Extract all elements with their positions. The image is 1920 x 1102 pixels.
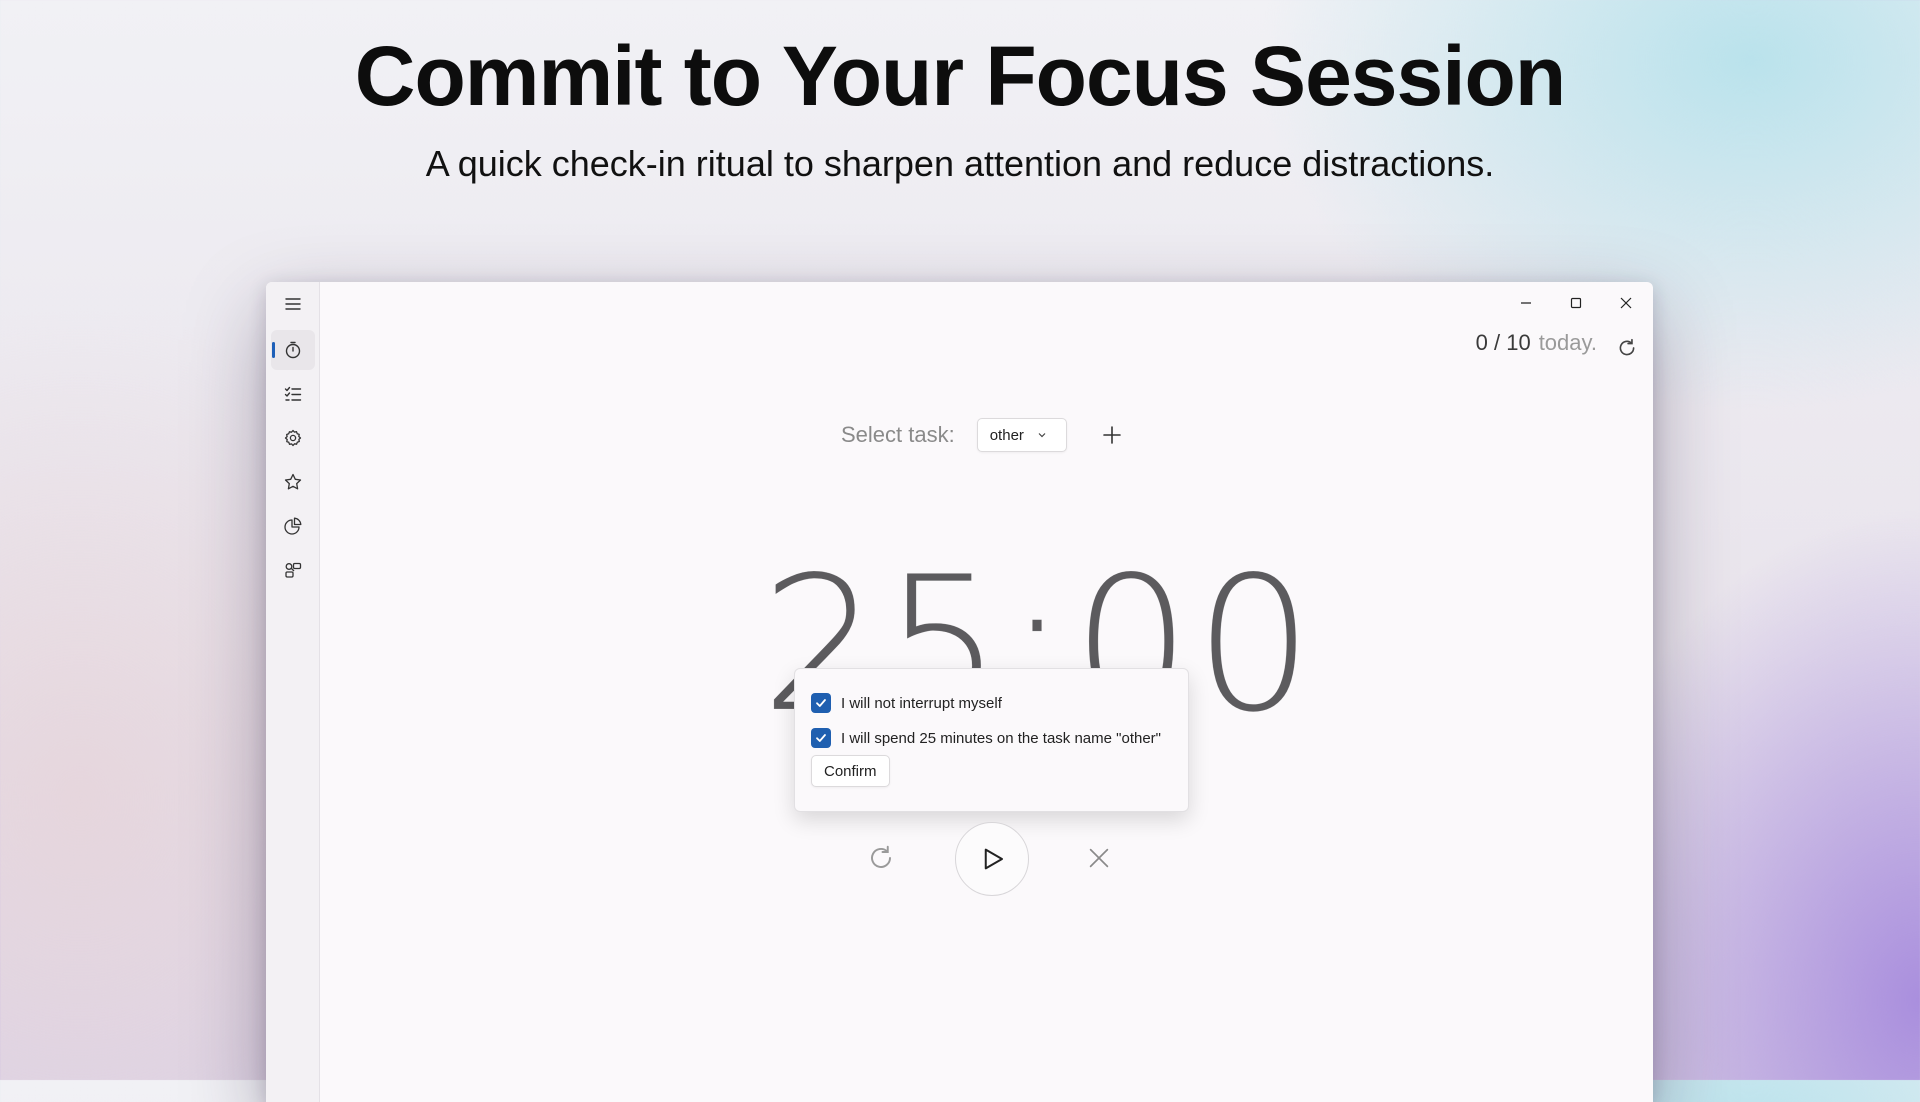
commitment-label-2: I will spend 25 minutes on the task name… bbox=[841, 729, 1161, 747]
plus-icon bbox=[1102, 426, 1121, 444]
minimize-button[interactable] bbox=[1503, 288, 1549, 318]
confirm-button[interactable]: Confirm bbox=[811, 755, 890, 787]
cancel-timer-button[interactable] bbox=[1079, 838, 1119, 878]
star-icon bbox=[284, 473, 302, 490]
daily-progress: 0 / 10 today. bbox=[1476, 330, 1597, 356]
task-selector-row: Select task: other bbox=[841, 418, 1127, 452]
commitment-popup: I will not interrupt myself I will spend… bbox=[794, 668, 1189, 812]
settings-gear-icon bbox=[284, 429, 302, 447]
minimize-icon bbox=[1521, 302, 1531, 304]
start-timer-button[interactable] bbox=[955, 822, 1029, 896]
close-window-button[interactable] bbox=[1603, 288, 1649, 318]
sidebar-menu-button[interactable] bbox=[271, 284, 315, 324]
play-icon bbox=[984, 848, 1003, 870]
reset-icon bbox=[871, 845, 891, 868]
commitment-checkbox-row[interactable]: I will spend 25 minutes on the task name… bbox=[811, 728, 1161, 748]
chevron-down-icon bbox=[1038, 433, 1046, 438]
hero-title: Commit to Your Focus Session bbox=[354, 29, 1566, 123]
hamburger-menu-icon bbox=[285, 298, 301, 310]
sidebar-item-statistics[interactable] bbox=[271, 506, 315, 546]
maximize-button[interactable] bbox=[1553, 288, 1599, 318]
hero-subtitle: A quick check-in ritual to sharpen atten… bbox=[425, 143, 1495, 184]
task-list-icon bbox=[284, 386, 302, 401]
sidebar-item-settings[interactable] bbox=[271, 418, 315, 458]
timer-icon bbox=[285, 341, 301, 359]
refresh-stats-button[interactable] bbox=[1613, 334, 1641, 362]
maximize-icon bbox=[1570, 297, 1582, 309]
select-task-label: Select task: bbox=[841, 422, 955, 447]
commitment-label-1: I will not interrupt myself bbox=[841, 694, 1002, 712]
refresh-icon bbox=[1619, 338, 1635, 356]
commitment-checkbox-row[interactable]: I will not interrupt myself bbox=[811, 693, 1002, 713]
integrations-icon bbox=[285, 562, 302, 578]
sidebar-item-tasks[interactable] bbox=[271, 374, 315, 414]
close-icon bbox=[1620, 297, 1632, 309]
sidebar-item-timer[interactable] bbox=[271, 330, 315, 370]
session-count-suffix: today. bbox=[1538, 330, 1597, 355]
checkmark-icon bbox=[816, 734, 826, 742]
add-task-button[interactable] bbox=[1097, 420, 1127, 450]
sidebar-item-favorites[interactable] bbox=[271, 462, 315, 502]
task-dropdown-value: other bbox=[989, 426, 1024, 444]
reset-timer-button[interactable] bbox=[861, 838, 901, 878]
close-icon bbox=[1089, 848, 1109, 868]
task-dropdown[interactable]: other bbox=[976, 418, 1067, 452]
app-window: 0 / 10 today. Select task: other 25:00 I … bbox=[266, 282, 1653, 1102]
sidebar-item-integrations[interactable] bbox=[271, 550, 315, 590]
checkmark-icon bbox=[816, 699, 826, 707]
commitment-checkbox-1[interactable] bbox=[811, 693, 831, 713]
commitment-checkbox-2[interactable] bbox=[811, 728, 831, 748]
sidebar bbox=[266, 282, 320, 1102]
statistics-pie-icon bbox=[284, 517, 302, 535]
session-count: 0 / 10 bbox=[1475, 330, 1531, 355]
